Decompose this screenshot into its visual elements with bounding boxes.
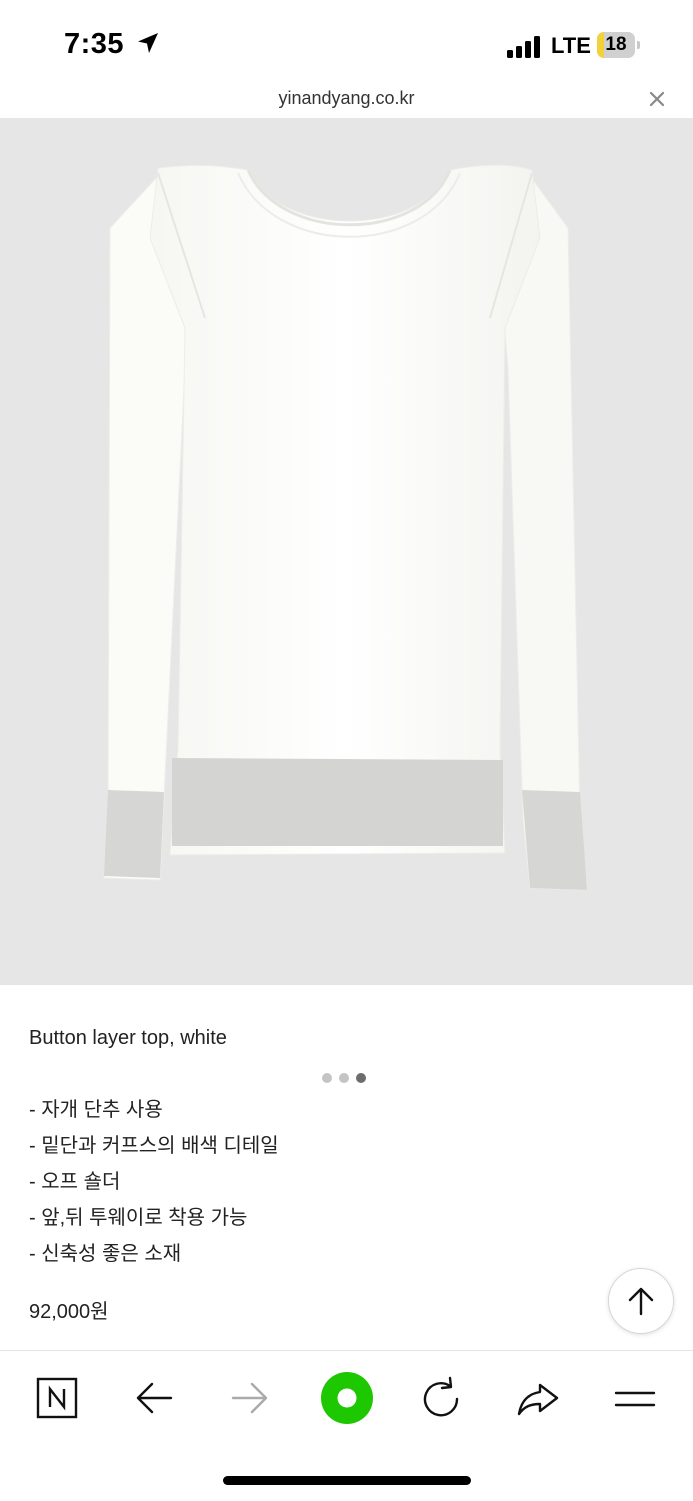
home-indicator — [223, 1476, 471, 1485]
carousel-dot-active[interactable] — [356, 1073, 366, 1083]
feature-item: - 오프 숄더 — [29, 1171, 121, 1193]
feature-item: - 자개 단추 사용 — [29, 1099, 163, 1121]
url-text[interactable]: yinandyang.co.kr — [0, 88, 693, 109]
product-title: Button layer top, white — [29, 1027, 227, 1049]
battery-percent: 18 — [605, 34, 627, 55]
back-button[interactable] — [128, 1373, 180, 1425]
product-price: 92,000원 — [29, 1301, 109, 1323]
product-description: Button layer top, white - 자개 단추 사용 - 밑단과… — [29, 1020, 279, 1272]
feature-item: - 앞,뒤 투웨이로 착용 가능 — [29, 1207, 248, 1229]
share-button[interactable] — [512, 1373, 564, 1425]
carousel-dot[interactable] — [322, 1073, 332, 1083]
product-photo-top — [103, 164, 588, 891]
carousel-dots[interactable] — [322, 1073, 366, 1083]
network-type: LTE — [551, 33, 591, 58]
share-icon — [517, 1383, 559, 1416]
menu-icon — [614, 1391, 656, 1407]
naver-home-icon — [36, 1377, 78, 1419]
product-image[interactable] — [0, 118, 693, 1083]
menu-button[interactable] — [608, 1373, 660, 1425]
location-arrow-icon — [138, 33, 158, 53]
feature-item: - 신축성 좋은 소재 — [29, 1243, 182, 1265]
green-dot-button[interactable] — [320, 1371, 374, 1425]
feature-item: - 밑단과 커프스의 배색 디테일 — [29, 1135, 279, 1157]
url-bar[interactable]: yinandyang.co.kr — [0, 80, 693, 118]
arrow-up-icon — [628, 1287, 654, 1316]
forward-arrow-icon — [231, 1382, 268, 1414]
back-arrow-icon — [136, 1382, 173, 1414]
status-bar: 7:35 LTE 18 — [0, 0, 693, 80]
green-dot-icon — [321, 1372, 373, 1424]
carousel-dot[interactable] — [339, 1073, 349, 1083]
status-time: 7:35 — [64, 28, 125, 60]
close-icon[interactable] — [645, 87, 669, 111]
signal-bars-icon — [507, 36, 540, 58]
refresh-icon — [423, 1376, 459, 1417]
naver-home-button[interactable] — [32, 1373, 84, 1425]
forward-button[interactable] — [224, 1373, 276, 1425]
refresh-button[interactable] — [416, 1373, 468, 1425]
scroll-top-button[interactable] — [608, 1268, 674, 1334]
battery-indicator: 18 — [597, 32, 640, 58]
